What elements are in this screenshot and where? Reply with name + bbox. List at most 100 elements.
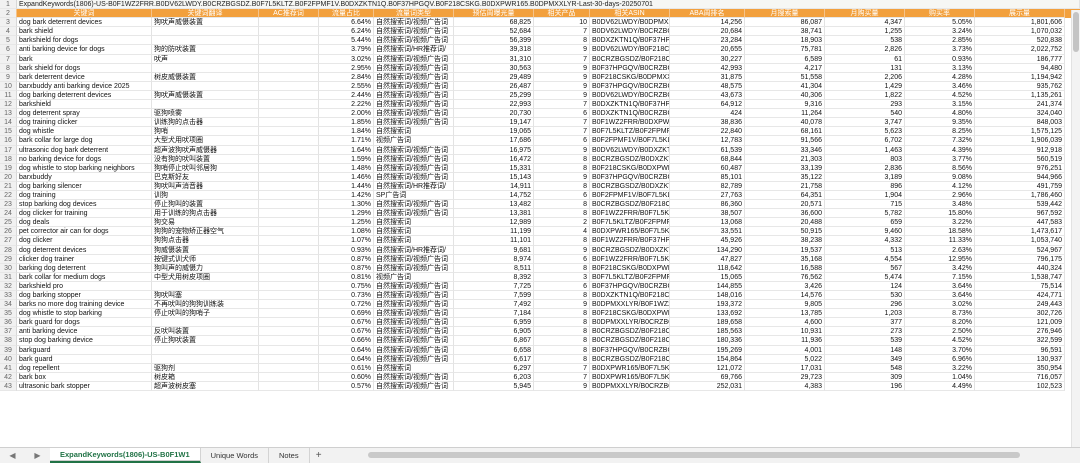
table-cell[interactable]: 自然搜索词/视频广告词 bbox=[374, 318, 454, 328]
table-cell[interactable] bbox=[152, 63, 259, 73]
table-cell[interactable]: 0.87% bbox=[319, 263, 374, 273]
column-header[interactable]: 流量词类型 bbox=[374, 9, 454, 19]
table-cell[interactable]: 3.73% bbox=[905, 45, 975, 55]
table-cell[interactable]: 8 bbox=[534, 354, 590, 364]
table-cell[interactable]: bark deterrent device bbox=[17, 72, 152, 82]
table-cell[interactable]: 309 bbox=[825, 372, 905, 382]
table-cell[interactable]: 1.85% bbox=[319, 118, 374, 128]
row-number[interactable]: 42 bbox=[0, 372, 17, 382]
table-cell[interactable]: 41,304 bbox=[745, 81, 825, 91]
table-cell[interactable]: 8,511 bbox=[454, 263, 534, 273]
table-cell[interactable]: 144,855 bbox=[670, 281, 745, 291]
table-cell[interactable]: 0.81% bbox=[319, 272, 374, 282]
table-cell[interactable]: 3,747 bbox=[825, 118, 905, 128]
table-cell[interactable]: barking dog deterrent bbox=[17, 263, 152, 273]
table-cell[interactable]: 9 bbox=[534, 45, 590, 55]
sheet-tab[interactable]: Unique Words bbox=[201, 448, 270, 463]
row-number[interactable]: 31 bbox=[0, 272, 17, 282]
table-cell[interactable]: 7,184 bbox=[454, 309, 534, 319]
add-sheet-button[interactable]: + bbox=[310, 448, 328, 463]
table-cell[interactable]: 2.63% bbox=[905, 245, 975, 255]
row-number[interactable]: 9 bbox=[0, 72, 17, 82]
table-cell[interactable]: 超声波狗吠声威慑器 bbox=[152, 145, 259, 155]
table-cell[interactable]: 0.73% bbox=[319, 291, 374, 301]
table-cell[interactable]: 1.30% bbox=[319, 200, 374, 210]
table-cell[interactable]: 停止狗叫的装置 bbox=[152, 200, 259, 210]
table-cell[interactable]: 0.72% bbox=[319, 300, 374, 310]
table-cell[interactable]: 324,040 bbox=[975, 109, 1065, 119]
table-cell[interactable]: 训练狗的点击器 bbox=[152, 118, 259, 128]
table-cell[interactable]: B0DV62LWDY/B0DXZKTN bbox=[590, 145, 670, 155]
table-cell[interactable]: 43,673 bbox=[670, 90, 745, 101]
row-number[interactable]: 12 bbox=[0, 100, 17, 110]
table-cell[interactable]: 2.95% bbox=[319, 63, 374, 73]
table-cell[interactable]: 9 bbox=[534, 90, 590, 101]
table-cell[interactable]: bark box bbox=[17, 372, 152, 382]
table-cell[interactable]: 自然搜索词/视频广告词 bbox=[374, 163, 454, 173]
table-cell[interactable]: 21,303 bbox=[745, 154, 825, 164]
table-cell[interactable]: 13,785 bbox=[745, 309, 825, 319]
table-cell[interactable]: 424,771 bbox=[975, 291, 1065, 301]
table-cell[interactable]: 935,762 bbox=[975, 81, 1065, 91]
table-cell[interactable]: 40,306 bbox=[745, 90, 825, 101]
table-cell[interactable]: 7.32% bbox=[905, 136, 975, 146]
table-cell[interactable]: 自然搜索词/视频广告词 bbox=[374, 327, 454, 337]
table-cell[interactable]: 6 bbox=[534, 281, 590, 291]
table-cell[interactable]: 自然搜索词/视频广告词 bbox=[374, 145, 454, 155]
table-cell[interactable] bbox=[152, 36, 259, 46]
table-cell[interactable]: 11,936 bbox=[745, 336, 825, 346]
table-cell[interactable]: 13,068 bbox=[670, 218, 745, 228]
table-cell[interactable]: B0CRZBGSDZ/B0DXZKTN bbox=[590, 154, 670, 164]
table-cell[interactable]: 26,487 bbox=[454, 81, 534, 91]
table-cell[interactable]: 4,600 bbox=[745, 318, 825, 328]
table-cell[interactable]: 1.46% bbox=[319, 172, 374, 182]
table-cell[interactable]: 8.20% bbox=[905, 318, 975, 328]
table-cell[interactable]: 1.44% bbox=[319, 181, 374, 191]
table-cell[interactable]: 82,789 bbox=[670, 181, 745, 191]
table-cell[interactable]: 52,684 bbox=[454, 27, 534, 37]
table-cell[interactable]: dog bark deterrent devices bbox=[17, 18, 152, 28]
table-cell[interactable]: 91,566 bbox=[745, 136, 825, 146]
table-cell[interactable]: 自然搜索词/视频广告词 bbox=[374, 372, 454, 382]
table-cell[interactable]: B0DV62LWDY/B0F218CS bbox=[590, 45, 670, 55]
table-cell[interactable]: 4,217 bbox=[745, 63, 825, 73]
table-cell[interactable]: 自然搜索词/视频广告词 bbox=[374, 90, 454, 101]
table-cell[interactable]: 狗叫声的威慑力 bbox=[152, 263, 259, 273]
table-cell[interactable]: 2,206 bbox=[825, 72, 905, 82]
table-cell[interactable]: bark collar for medium dogs bbox=[17, 272, 152, 282]
table-cell[interactable]: 自然搜索词/视频广告词 bbox=[374, 81, 454, 91]
table-cell[interactable]: 8 bbox=[534, 327, 590, 337]
table-cell[interactable]: 440,324 bbox=[975, 263, 1065, 273]
table-cell[interactable]: 6.64% bbox=[319, 18, 374, 28]
row-number[interactable]: 41 bbox=[0, 363, 17, 373]
table-cell[interactable]: 803 bbox=[825, 154, 905, 164]
table-cell[interactable]: 自然搜索词/HR推荐词/ bbox=[374, 45, 454, 55]
row-number[interactable]: 4 bbox=[0, 27, 17, 37]
table-cell[interactable]: 124 bbox=[825, 281, 905, 291]
table-cell[interactable]: 4,554 bbox=[825, 254, 905, 264]
table-cell[interactable]: 3.46% bbox=[905, 81, 975, 91]
table-cell[interactable]: 9,316 bbox=[745, 100, 825, 110]
table-cell[interactable]: B0F37HPGQV/B0CRZBGS bbox=[590, 172, 670, 182]
table-cell[interactable]: B0DXZKTN1Q/B0CRZBGS bbox=[590, 109, 670, 119]
table-cell[interactable]: B0DV62LWDY/B0DPMXXL bbox=[590, 18, 670, 28]
row-number[interactable]: 37 bbox=[0, 327, 17, 337]
vertical-scroll-thumb[interactable] bbox=[1073, 12, 1079, 52]
table-cell[interactable]: 22,993 bbox=[454, 100, 534, 110]
table-cell[interactable]: 4.52% bbox=[905, 336, 975, 346]
table-cell[interactable]: 狗吠声威慑装置 bbox=[152, 18, 259, 28]
table-cell[interactable]: 6,589 bbox=[745, 54, 825, 64]
table-cell[interactable]: 68,844 bbox=[670, 154, 745, 164]
table-cell[interactable]: barkguard bbox=[17, 345, 152, 355]
row-number[interactable]: 20 bbox=[0, 172, 17, 182]
table-cell[interactable]: 8 bbox=[534, 336, 590, 346]
table-cell[interactable]: 9,805 bbox=[745, 300, 825, 310]
table-cell[interactable]: 3.70% bbox=[905, 345, 975, 355]
table-cell[interactable]: 1,904 bbox=[825, 190, 905, 201]
table-cell[interactable]: 5,022 bbox=[745, 354, 825, 364]
table-cell[interactable]: 15,331 bbox=[454, 163, 534, 173]
table-cell[interactable]: 6,617 bbox=[454, 354, 534, 364]
table-cell[interactable]: 1,194,942 bbox=[975, 72, 1065, 82]
column-header[interactable]: 月购买量 bbox=[825, 9, 905, 19]
table-cell[interactable]: 14,576 bbox=[745, 291, 825, 301]
